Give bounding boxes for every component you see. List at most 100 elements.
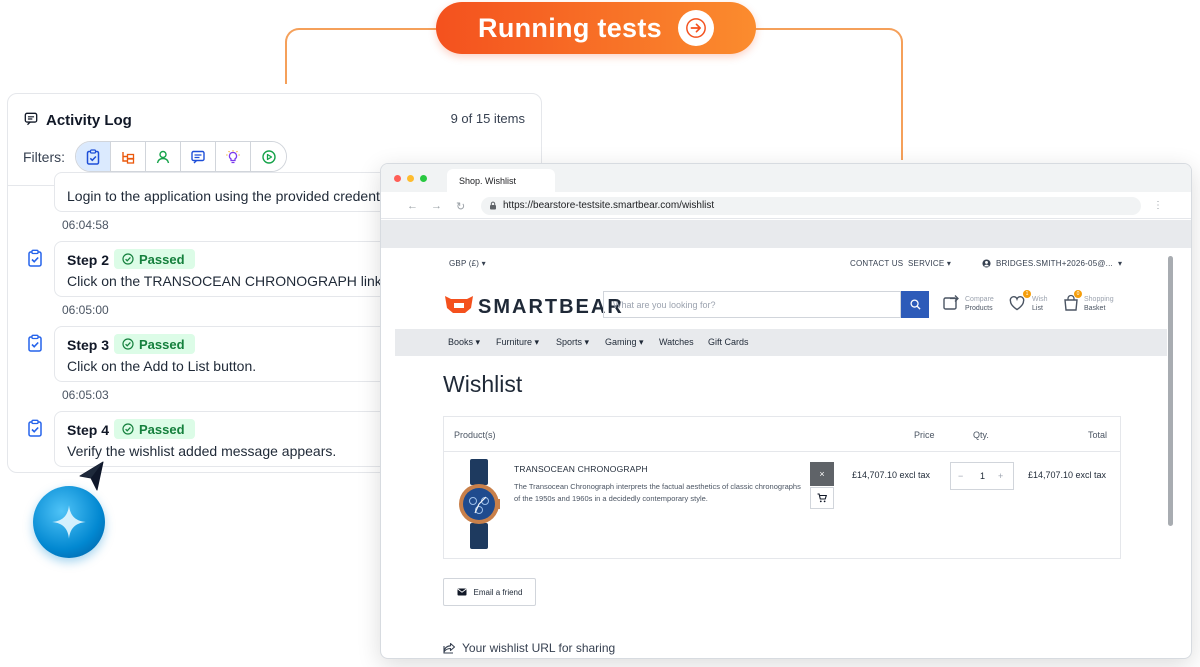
wishlist-link[interactable]: Wish List — [1032, 295, 1048, 313]
cart-icon — [817, 493, 827, 503]
window-close-dot[interactable] — [394, 175, 401, 182]
mouse-cursor-icon — [79, 461, 104, 491]
wish-label-2: List — [1032, 305, 1043, 312]
status-text: Passed — [139, 421, 185, 437]
running-tests-label: Running tests — [478, 12, 662, 43]
nav-label: Gaming — [605, 337, 637, 347]
add-to-cart-button[interactable] — [810, 487, 834, 509]
column-header-price: Price — [914, 430, 935, 440]
page-scrollbar[interactable] — [1168, 256, 1173, 526]
browser-menu-icon[interactable]: ⋮ — [1153, 200, 1163, 211]
comment-icon — [191, 150, 205, 163]
search-input[interactable]: What are you looking for? — [603, 291, 901, 318]
browser-window: Shop. Wishlist ← → ↻ https://bearstore-t… — [380, 163, 1192, 659]
account-name: BRIDGES.SMITH+2026-05@... — [996, 259, 1113, 268]
window-maximize-dot[interactable] — [420, 175, 427, 182]
log-entry-description: Login to the application using the provi… — [67, 188, 405, 204]
category-nav: Books ▾ Furniture ▾ Sports ▾ Gaming ▾ Wa… — [395, 329, 1167, 356]
currency-selector[interactable]: GBP (£) ▾ — [449, 259, 486, 268]
nav-item-watches[interactable]: Watches — [659, 337, 694, 347]
nav-item-gift-cards[interactable]: Gift Cards — [708, 337, 749, 347]
tree-icon — [122, 151, 135, 164]
qty-increment-button[interactable]: + — [998, 471, 1003, 481]
url-input[interactable]: https://bearstore-testsite.smartbear.com… — [481, 197, 1141, 215]
running-tests-banner: Running tests — [436, 2, 756, 54]
basket-link[interactable]: Shopping Basket — [1084, 295, 1114, 313]
status-badge: Passed — [114, 249, 195, 269]
share-icon — [443, 642, 456, 654]
nav-item-books[interactable]: Books ▾ — [448, 337, 480, 348]
lock-icon — [490, 201, 496, 210]
clipboard-check-icon — [28, 419, 42, 437]
table-header-divider — [444, 451, 1120, 452]
back-icon[interactable]: ← — [407, 200, 418, 212]
check-circle-icon — [122, 338, 134, 350]
log-entry-description: Click on the TRANSOCEAN CHRONOGRAPH link… — [67, 273, 386, 289]
user-icon — [156, 150, 170, 163]
address-bar: ← → ↻ https://bearstore-testsite.smartbe… — [381, 192, 1191, 219]
forward-icon[interactable]: → — [431, 200, 442, 212]
check-circle-icon — [122, 423, 134, 435]
service-label: SERVICE — [908, 259, 945, 268]
nav-item-gaming[interactable]: Gaming ▾ — [605, 337, 644, 348]
compare-link[interactable]: Compare Products — [965, 295, 994, 313]
connector-line-right — [745, 28, 903, 160]
reload-icon[interactable]: ↻ — [456, 200, 465, 213]
status-text: Passed — [139, 251, 185, 267]
user-circle-icon — [982, 259, 991, 268]
basket-label-2: Basket — [1084, 305, 1106, 312]
filter-insight-button[interactable] — [216, 142, 251, 171]
play-icon — [261, 149, 276, 164]
lightbulb-icon — [226, 149, 240, 163]
quantity-stepper[interactable]: − 1 + — [950, 462, 1014, 490]
status-badge: Passed — [114, 334, 195, 354]
item-count: 9 of 15 items — [450, 111, 525, 126]
browser-tab[interactable]: Shop. Wishlist — [447, 169, 555, 192]
product-watch-image[interactable] — [458, 459, 500, 549]
filter-user-button[interactable] — [146, 142, 181, 171]
basket-label-1: Shopping — [1084, 296, 1114, 303]
browser-toolbar-strip — [381, 220, 1191, 248]
contact-us-link[interactable]: CONTACT US — [850, 259, 903, 268]
remove-item-button[interactable]: × — [810, 462, 834, 486]
ai-assistant-avatar[interactable] — [33, 486, 105, 558]
share-url-label: Your wishlist URL for sharing — [462, 641, 616, 655]
account-menu[interactable]: BRIDGES.SMITH+2026-05@... ▾ — [982, 259, 1122, 268]
nav-item-sports[interactable]: Sports ▾ — [556, 337, 589, 348]
compare-icon[interactable] — [942, 294, 960, 312]
filters-label: Filters: — [23, 149, 65, 165]
filter-play-button[interactable] — [251, 142, 286, 171]
status-badge: Passed — [114, 419, 195, 439]
webpage: GBP (£) ▾ CONTACT US SERVICE ▾ BRIDGES.S… — [395, 248, 1167, 658]
window-minimize-dot[interactable] — [407, 175, 414, 182]
nav-item-furniture[interactable]: Furniture ▾ — [496, 337, 539, 348]
filter-steps-button[interactable] — [76, 142, 111, 171]
filter-comment-button[interactable] — [181, 142, 216, 171]
service-menu[interactable]: SERVICE ▾ — [908, 259, 951, 268]
comment-icon — [24, 112, 38, 126]
column-header-qty: Qty. — [973, 430, 989, 440]
page-title: Wishlist — [443, 371, 523, 397]
product-name-link[interactable]: TRANSOCEAN CHRONOGRAPH — [514, 464, 648, 474]
compare-label-1: Compare — [965, 296, 994, 303]
check-circle-icon — [122, 253, 134, 265]
email-a-friend-label: Email a friend — [473, 587, 523, 597]
qty-decrement-button[interactable]: − — [958, 471, 963, 481]
smartbear-logo-text: SMARTBEAR — [478, 296, 624, 318]
column-header-product: Product(s) — [454, 430, 496, 440]
log-entry-time: 06:05:00 — [62, 303, 109, 317]
clipboard-check-icon — [28, 334, 42, 352]
nav-label: Furniture — [496, 337, 533, 347]
step-name: Step 4 — [67, 422, 110, 438]
smartbear-logo-icon — [445, 296, 473, 313]
search-button[interactable] — [901, 291, 929, 318]
email-a-friend-button[interactable]: Email a friend — [443, 578, 536, 606]
status-text: Passed — [139, 336, 185, 352]
currency-label: GBP (£) — [449, 259, 480, 268]
compare-label-2: Products — [965, 305, 993, 312]
screenshot-stage: Running tests Activity Log 9 of 15 items… — [0, 0, 1200, 667]
clipboard-check-icon — [86, 148, 100, 165]
filter-tree-button[interactable] — [111, 142, 146, 171]
wishlist-count-badge: 1 — [1023, 290, 1031, 298]
arrow-right-icon — [677, 10, 714, 46]
